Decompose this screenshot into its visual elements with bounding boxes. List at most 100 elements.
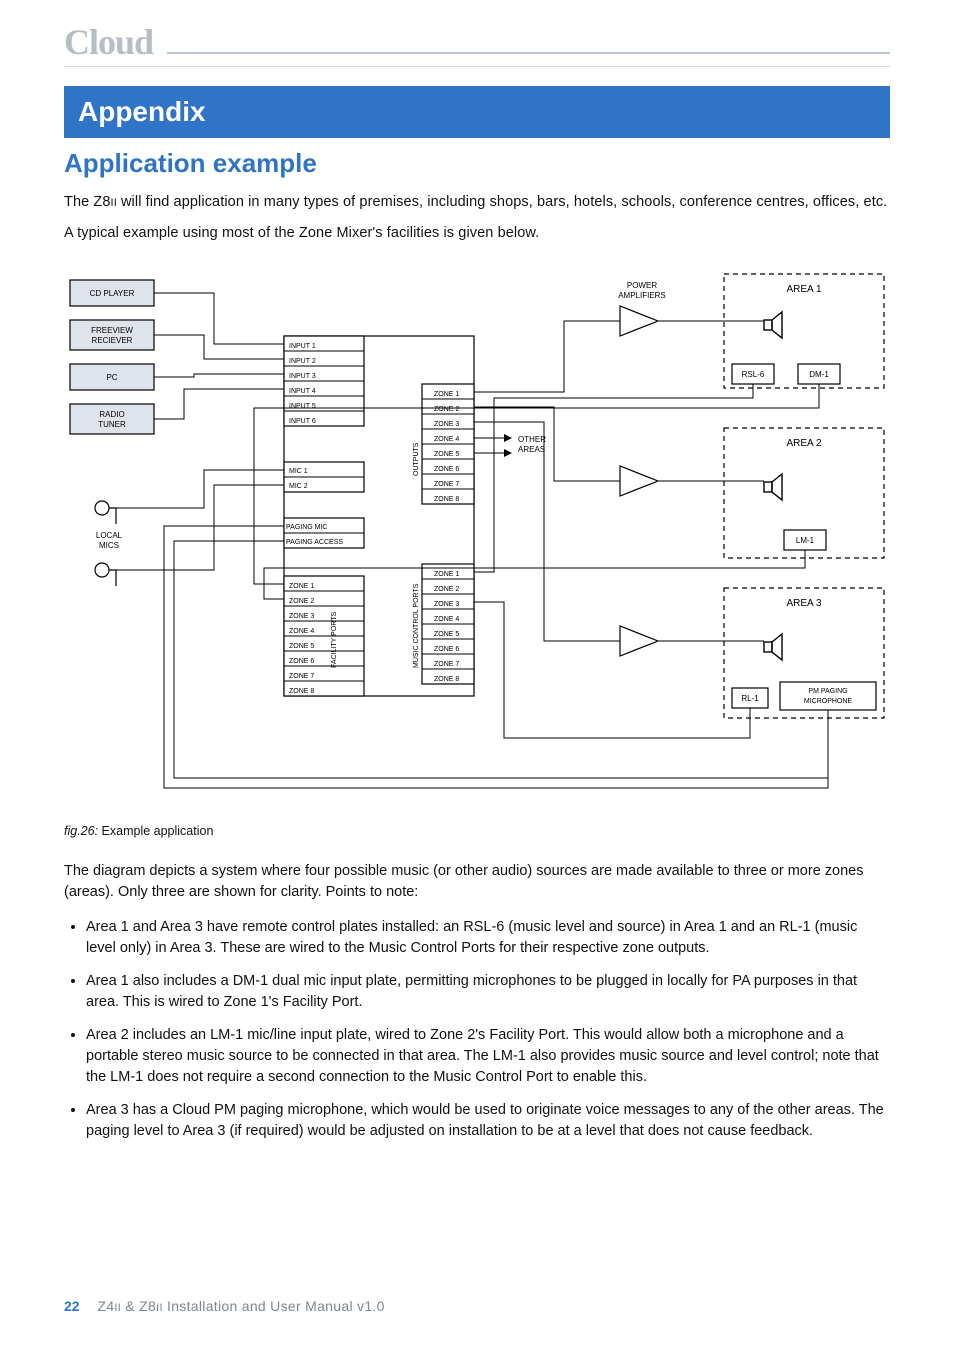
svg-text:ZONE 3: ZONE 3 <box>434 421 459 428</box>
facility-ports-label: FACILITY PORTS <box>331 612 338 668</box>
source-radio-1: RADIO <box>99 410 124 419</box>
list-item: Area 1 and Area 3 have remote control pl… <box>86 917 890 959</box>
svg-text:AREA 3: AREA 3 <box>786 598 821 609</box>
amplifier-icons <box>620 306 658 656</box>
other-areas-label-1: OTHER <box>518 435 546 444</box>
svg-text:MIC 1: MIC 1 <box>289 468 308 475</box>
svg-text:ZONE 2: ZONE 2 <box>434 586 459 593</box>
brand-logo: Cloud <box>64 24 153 60</box>
svg-text:AREA 1: AREA 1 <box>786 284 821 295</box>
local-mics-label-1: LOCAL <box>96 531 123 540</box>
svg-text:LM-1: LM-1 <box>796 536 815 545</box>
intro-text: The Z8 <box>64 194 111 210</box>
page-number: 22 <box>64 1298 80 1314</box>
svg-text:ZONE 7: ZONE 7 <box>434 481 459 488</box>
source-pc: PC <box>106 373 117 382</box>
svg-text:AREA 2: AREA 2 <box>786 438 821 449</box>
facility-ports-block: ZONE 1 ZONE 2 ZONE 3 ZONE 4 ZONE 5 ZONE … <box>284 576 364 696</box>
header-rule <box>167 52 890 54</box>
other-areas-group: OTHER AREAS <box>474 434 546 457</box>
application-diagram: CD PLAYER FREEVIEW RECIEVER PC RADIO TUN… <box>64 268 890 808</box>
local-mics-label-2: MICS <box>99 541 119 550</box>
svg-text:ZONE 3: ZONE 3 <box>434 601 459 608</box>
source-cd-player: CD PLAYER <box>90 289 135 298</box>
svg-text:ZONE 8: ZONE 8 <box>289 688 314 695</box>
source-input-lines <box>154 293 284 419</box>
area-1: AREA 1 RSL-6 DM-1 <box>724 274 884 388</box>
mic-block: MIC 1 MIC 2 <box>284 462 364 492</box>
power-amp-label-1: POWER <box>627 281 657 290</box>
page-footer: 22 Z4II & Z8II Installation and User Man… <box>64 1298 385 1314</box>
intro-paragraph-2: A typical example using most of the Zone… <box>64 223 890 244</box>
svg-text:ZONE 4: ZONE 4 <box>289 628 314 635</box>
page-header: Cloud <box>64 24 890 67</box>
svg-text:PM PAGING: PM PAGING <box>808 688 847 695</box>
intro-text-tail: will find application in many types of p… <box>117 194 887 210</box>
svg-text:ZONE 2: ZONE 2 <box>434 406 459 413</box>
local-mic-lines <box>116 470 284 570</box>
caption-fig: fig.26: <box>64 824 98 838</box>
local-mics-group: LOCAL MICS <box>95 501 123 586</box>
svg-text:ZONE 5: ZONE 5 <box>434 451 459 458</box>
outputs-block: ZONE 1 ZONE 2 ZONE 3 ZONE 4 ZONE 5 ZONE … <box>413 384 474 504</box>
svg-text:ZONE 6: ZONE 6 <box>289 658 314 665</box>
section-bar-appendix: Appendix <box>64 86 890 138</box>
source-boxes: CD PLAYER FREEVIEW RECIEVER PC RADIO TUN… <box>70 280 154 434</box>
diagram-svg: CD PLAYER FREEVIEW RECIEVER PC RADIO TUN… <box>64 268 890 808</box>
svg-text:ZONE 2: ZONE 2 <box>289 598 314 605</box>
power-amp-label-2: AMPLIFIERS <box>618 291 666 300</box>
svg-text:ZONE 1: ZONE 1 <box>434 571 459 578</box>
paging-block: PAGING MIC PAGING ACCESS <box>284 518 364 548</box>
plate-return-lines <box>164 384 828 788</box>
svg-text:ZONE 7: ZONE 7 <box>289 673 314 680</box>
speaker-icon <box>764 474 782 500</box>
notes-bullets: Area 1 and Area 3 have remote control pl… <box>64 917 890 1142</box>
notes-block: The diagram depicts a system where four … <box>64 846 890 1154</box>
svg-text:MIC 2: MIC 2 <box>289 483 308 490</box>
svg-text:MICROPHONE: MICROPHONE <box>804 698 853 705</box>
svg-text:PAGING ACCESS: PAGING ACCESS <box>286 539 343 546</box>
list-item: Area 3 has a Cloud PM paging microphone,… <box>86 1100 890 1142</box>
music-control-ports-block: ZONE 1 ZONE 2 ZONE 3 ZONE 4 ZONE 5 ZONE … <box>413 564 474 684</box>
list-item: Area 1 also includes a DM-1 dual mic inp… <box>86 971 890 1013</box>
svg-text:ZONE 4: ZONE 4 <box>434 436 459 443</box>
svg-text:ZONE 8: ZONE 8 <box>434 676 459 683</box>
svg-text:ZONE 1: ZONE 1 <box>289 583 314 590</box>
svg-text:ZONE 5: ZONE 5 <box>289 643 314 650</box>
source-freeview-1: FREEVIEW <box>91 326 133 335</box>
caption-text: Example application <box>98 824 213 838</box>
svg-text:ZONE 4: ZONE 4 <box>434 616 459 623</box>
svg-text:ZONE 1: ZONE 1 <box>434 391 459 398</box>
speaker-icon <box>764 312 782 338</box>
svg-text:INPUT 4: INPUT 4 <box>289 388 316 395</box>
header-subrule <box>64 66 890 67</box>
subheading-application-example: Application example <box>64 148 317 179</box>
intro-block: The Z8II will find application in many t… <box>64 192 890 254</box>
svg-text:ZONE 5: ZONE 5 <box>434 631 459 638</box>
notes-lead: The diagram depicts a system where four … <box>64 861 890 903</box>
other-areas-label-2: AREAS <box>518 445 545 454</box>
svg-text:PAGING MIC: PAGING MIC <box>286 524 327 531</box>
svg-text:ZONE 7: ZONE 7 <box>434 661 459 668</box>
svg-text:INPUT 3: INPUT 3 <box>289 373 316 380</box>
svg-text:INPUT 5: INPUT 5 <box>289 403 316 410</box>
svg-text:DM-1: DM-1 <box>809 370 829 379</box>
svg-text:RSL-6: RSL-6 <box>742 370 765 379</box>
svg-text:ZONE 6: ZONE 6 <box>434 466 459 473</box>
inputs-block: INPUT 1 INPUT 2 INPUT 3 INPUT 4 INPUT 5 … <box>284 336 364 426</box>
source-radio-2: TUNER <box>98 420 126 429</box>
area-2: AREA 2 LM-1 <box>724 428 884 558</box>
music-control-ports-label: MUSIC CONTROL PORTS <box>413 583 420 668</box>
svg-text:ZONE 8: ZONE 8 <box>434 496 459 503</box>
svg-text:INPUT 6: INPUT 6 <box>289 418 316 425</box>
svg-text:INPUT 2: INPUT 2 <box>289 358 316 365</box>
svg-text:ZONE 6: ZONE 6 <box>434 646 459 653</box>
figure-caption: fig.26: Example application <box>64 824 213 838</box>
source-freeview-2: RECIEVER <box>92 336 133 345</box>
doc-title: Z4II & Z8II Installation and User Manual… <box>97 1298 384 1314</box>
svg-text:RL-1: RL-1 <box>741 694 759 703</box>
outputs-label: OUTPUTS <box>413 442 420 476</box>
svg-text:INPUT 1: INPUT 1 <box>289 343 316 350</box>
area-3: AREA 3 RL-1 PM PAGING MICROPHONE <box>724 588 884 718</box>
svg-text:ZONE 3: ZONE 3 <box>289 613 314 620</box>
